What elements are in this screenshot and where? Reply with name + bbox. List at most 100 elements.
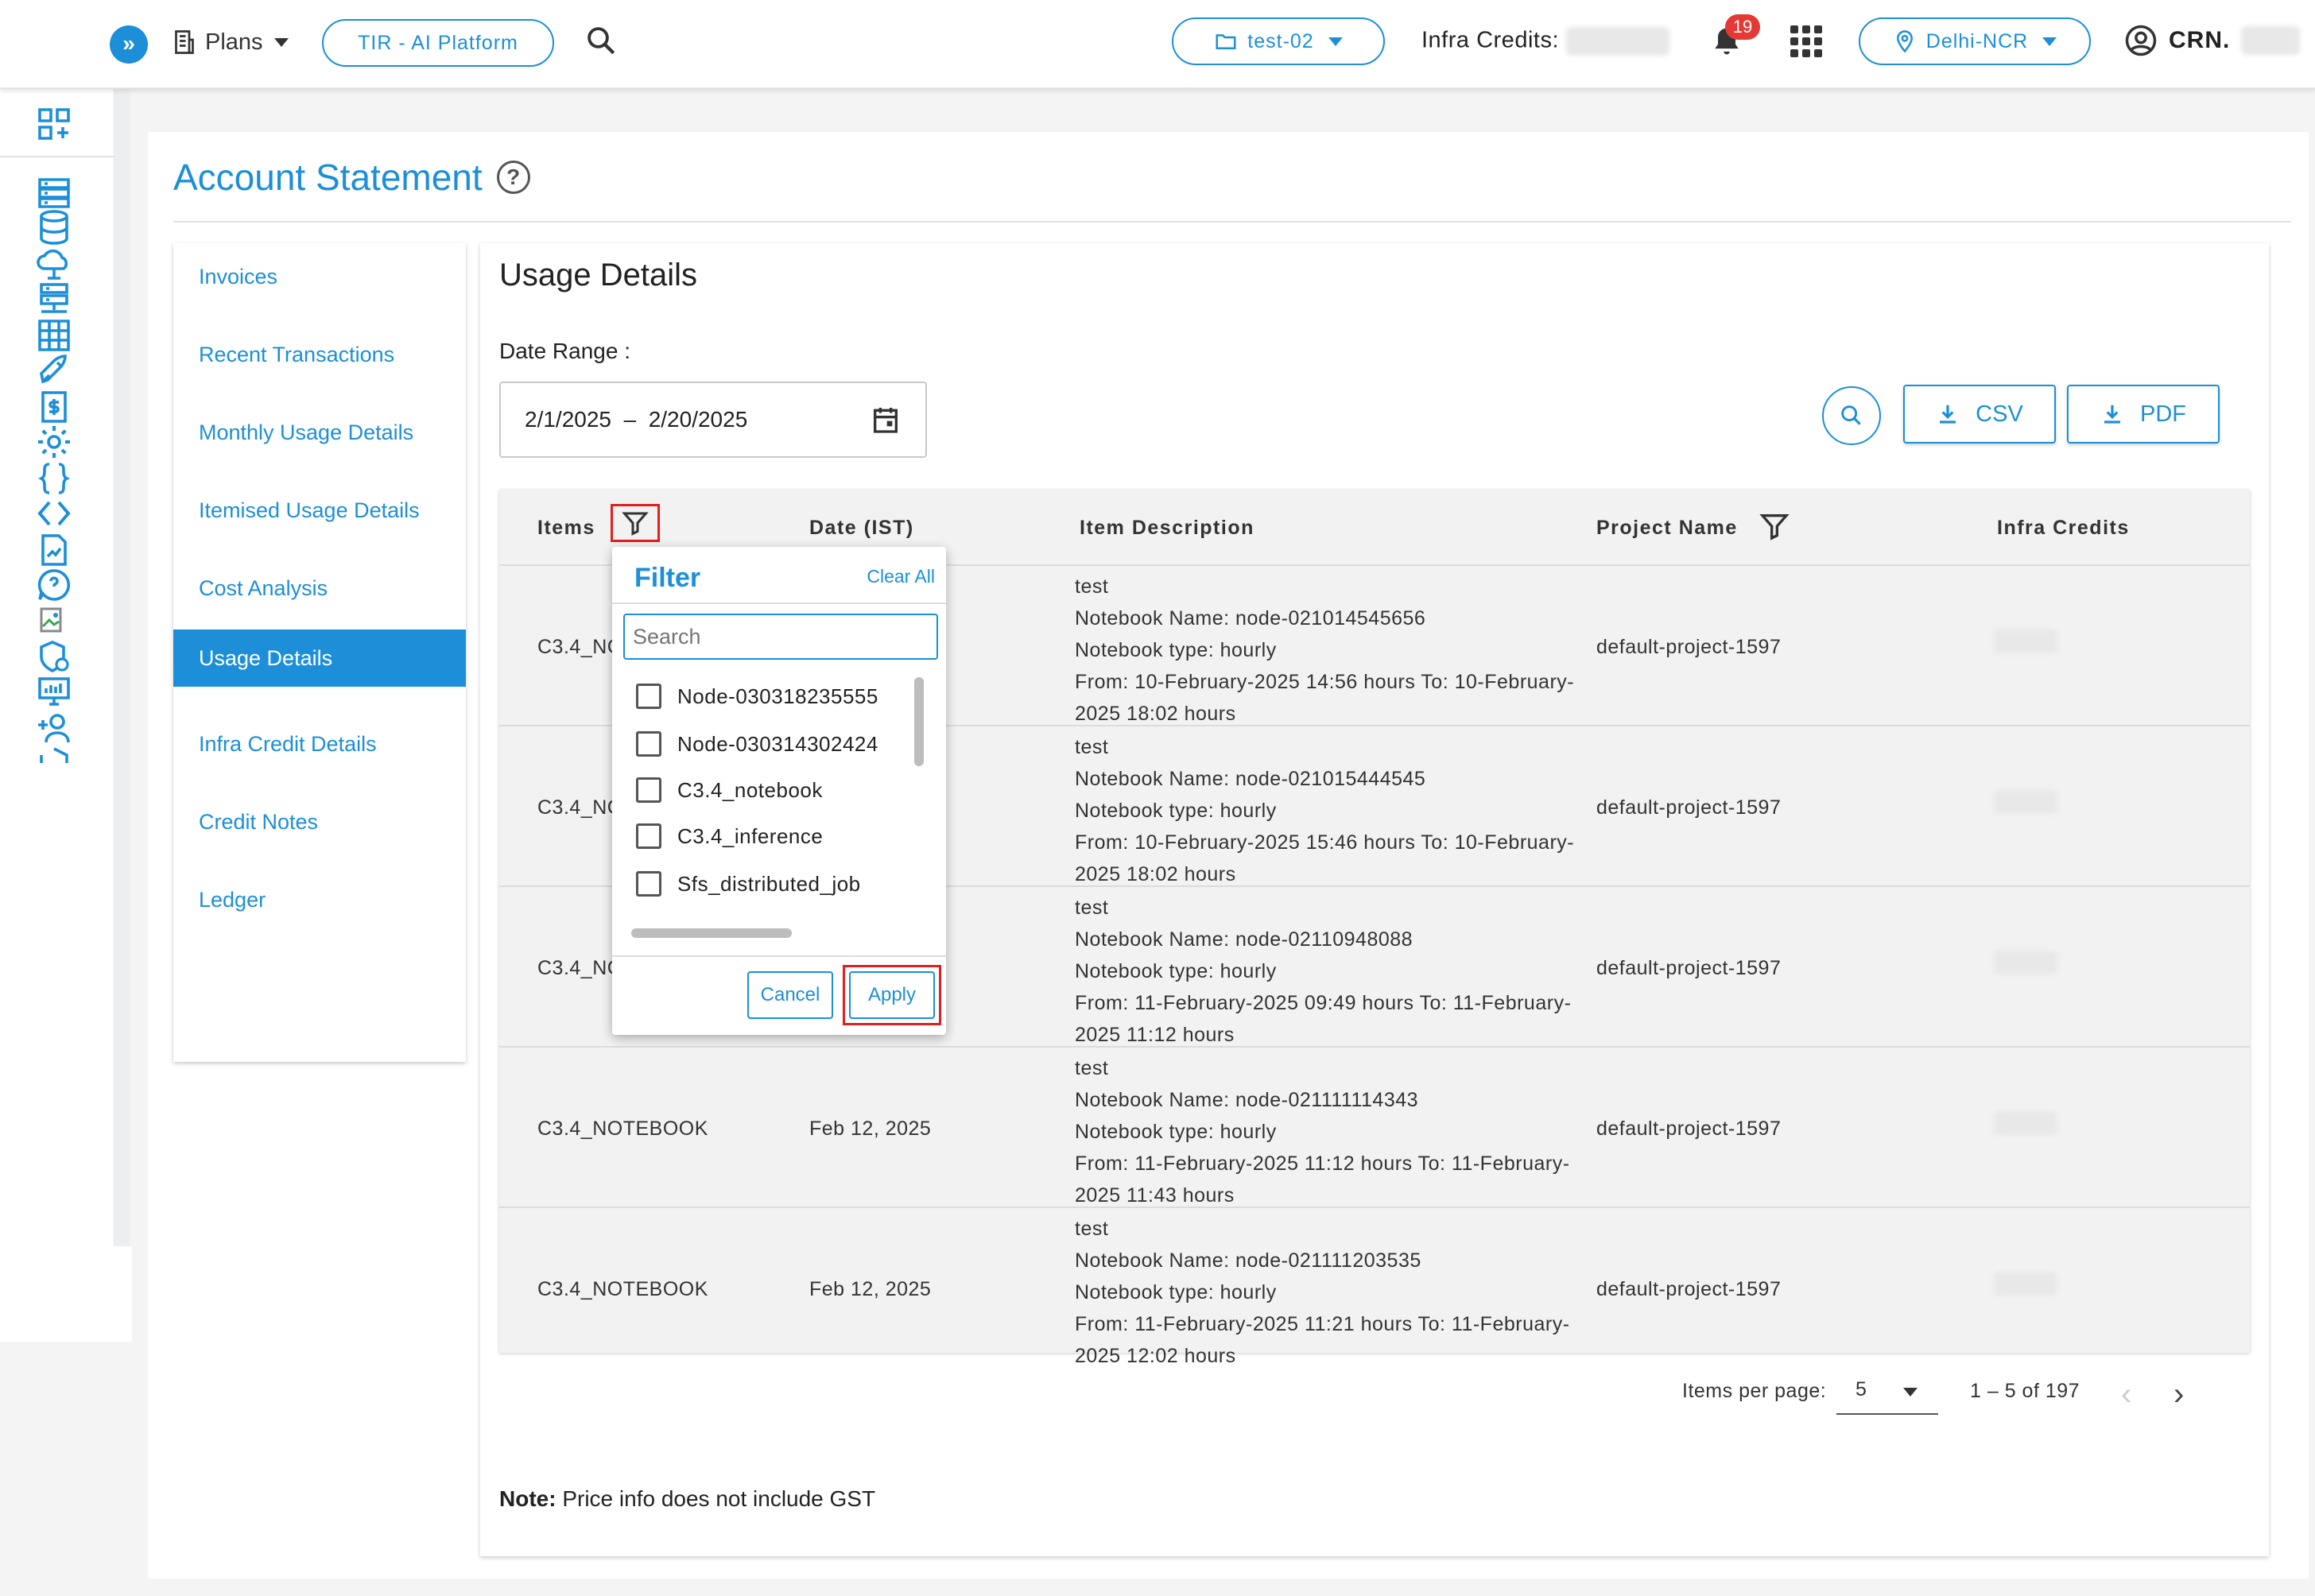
filter-option-label: Sfs_distributed_job xyxy=(677,871,861,896)
calendar-icon[interactable] xyxy=(870,404,902,436)
description-line: From: 11-February-2025 11:21 hours To: 1… xyxy=(1075,1313,1570,1335)
database-icon[interactable] xyxy=(35,208,73,246)
horizontal-scrollbar[interactable] xyxy=(631,928,792,938)
support-chat-icon[interactable] xyxy=(35,566,73,604)
platform-switch-button[interactable]: TIR - AI Platform xyxy=(322,19,554,67)
description-line: Notebook Name: node-021111203535 xyxy=(1075,1249,1421,1272)
items-filter-button[interactable] xyxy=(611,504,660,542)
csv-label: CSV xyxy=(1976,401,2023,427)
region-label: Delhi-NCR xyxy=(1925,29,2029,52)
shield-partial-icon[interactable] xyxy=(35,744,73,763)
sidenav-item-monthly-usage-details[interactable]: Monthly Usage Details xyxy=(173,404,466,461)
date-range-field[interactable]: 2/1/2025 – 2/20/2025 xyxy=(499,382,927,458)
download-csv-button[interactable]: CSV xyxy=(1903,385,2056,444)
sidenav-item-itemised-usage-details[interactable]: Itemised Usage Details xyxy=(173,482,466,539)
add-user-icon[interactable] xyxy=(35,709,73,747)
item-cell: C3.4_NC xyxy=(537,796,622,819)
filter-apply-button[interactable]: Apply xyxy=(849,971,935,1019)
description-line: 2025 18:02 hours xyxy=(1075,703,1236,725)
security-shield-icon[interactable] xyxy=(35,637,73,676)
gear-icon[interactable] xyxy=(35,423,73,461)
page-size-select[interactable]: 5 xyxy=(1836,1366,1938,1415)
cloud-upload-icon[interactable] xyxy=(35,245,73,283)
billing-icon[interactable] xyxy=(35,388,73,426)
description-line: Notebook type: hourly xyxy=(1075,639,1277,661)
checkbox[interactable] xyxy=(636,731,661,757)
filter-option[interactable]: Node-030314302424 xyxy=(636,728,878,760)
search-icon xyxy=(1841,405,1861,425)
filter-option[interactable]: Sfs_distributed_job xyxy=(636,868,861,900)
sidenav-item-usage-details[interactable]: Usage Details xyxy=(173,629,466,687)
description-line: From: 10-February-2025 15:46 hours To: 1… xyxy=(1075,831,1575,854)
description-line: test xyxy=(1075,736,1109,758)
chevron-down-icon xyxy=(1903,1388,1918,1396)
monitor-chart-icon[interactable] xyxy=(35,672,73,711)
region-selector[interactable]: Delhi-NCR xyxy=(1859,17,2091,65)
document-chart-icon[interactable] xyxy=(35,531,73,569)
dashboard-add-icon[interactable] xyxy=(35,105,73,143)
broken-image-icon[interactable] xyxy=(35,602,73,641)
filter-option[interactable]: Node-030318235555 xyxy=(636,680,878,712)
search-button[interactable] xyxy=(1822,386,1881,445)
clear-all-link[interactable]: Clear All xyxy=(867,566,935,587)
credits-redacted xyxy=(1994,629,2057,654)
vertical-scrollbar[interactable] xyxy=(914,677,924,766)
filter-option[interactable]: C3.4_notebook xyxy=(636,774,823,806)
checkbox[interactable] xyxy=(636,871,661,897)
sidenav-item-recent-transactions[interactable]: Recent Transactions xyxy=(173,326,466,383)
code-icon[interactable] xyxy=(35,494,73,533)
folder-icon xyxy=(1216,34,1236,49)
account-menu[interactable]: CRN. xyxy=(2124,24,2301,57)
statement-sidenav: Invoices Recent Transactions Monthly Usa… xyxy=(173,243,466,1062)
download-icon xyxy=(1940,405,1956,424)
page-size-value: 5 xyxy=(1855,1378,1867,1400)
description-cell: test Notebook Name: node-021014545656 No… xyxy=(1075,571,1584,730)
infra-credits-label: Infra Credits: xyxy=(1421,27,1559,53)
description-line: Notebook Name: node-021015444545 xyxy=(1075,768,1426,790)
project-filter-icon[interactable] xyxy=(1759,510,1790,542)
filter-search-input[interactable] xyxy=(623,614,938,660)
help-icon[interactable]: ? xyxy=(496,161,530,194)
section-title: Usage Details xyxy=(499,258,698,292)
network-server-icon[interactable] xyxy=(35,280,73,318)
credits-cell xyxy=(1994,629,2057,654)
item-cell: C3.4_NC xyxy=(537,636,622,658)
top-bar: » Plans TIR - AI Platform test-02 Infra … xyxy=(0,0,2315,89)
checkbox[interactable] xyxy=(636,684,661,709)
sidenav-item-credit-notes[interactable]: Credit Notes xyxy=(173,793,466,850)
table-grid-icon[interactable] xyxy=(35,316,73,354)
description-line: 2025 18:02 hours xyxy=(1075,863,1236,885)
braces-icon[interactable] xyxy=(35,459,73,498)
filter-cancel-button[interactable]: Cancel xyxy=(747,971,833,1019)
page-range-label: 1 – 5 of 197 xyxy=(1970,1380,2080,1402)
expand-sidebar-button[interactable]: » xyxy=(110,25,148,64)
description-line: 2025 12:02 hours xyxy=(1075,1345,1236,1367)
project-label: test-02 xyxy=(1247,29,1314,52)
sidenav-item-ledger[interactable]: Ledger xyxy=(173,871,466,928)
plans-menu[interactable]: Plans xyxy=(170,22,289,62)
apps-grid-icon[interactable] xyxy=(1790,25,1822,57)
sidenav-item-invoices[interactable]: Invoices xyxy=(173,248,466,305)
filter-option[interactable]: C3.4_inference xyxy=(636,820,823,852)
rocket-icon[interactable] xyxy=(35,351,73,389)
description-line: test xyxy=(1075,575,1109,598)
pdf-label: PDF xyxy=(2140,401,2186,427)
crn-value-redacted xyxy=(2241,26,2301,55)
filter-title: Filter xyxy=(634,563,701,593)
credits-redacted xyxy=(1994,790,2057,815)
project-cell: default-project-1597 xyxy=(1596,1118,1782,1140)
project-selector[interactable]: test-02 xyxy=(1172,17,1385,65)
filter-option-label: C3.4_inference xyxy=(677,823,824,848)
description-line: From: 10-February-2025 14:56 hours To: 1… xyxy=(1075,671,1575,693)
previous-page-button[interactable]: ‹ xyxy=(2121,1377,2131,1412)
location-pin-icon xyxy=(1896,30,1913,53)
sidenav-item-cost-analysis[interactable]: Cost Analysis xyxy=(173,560,466,617)
download-pdf-button[interactable]: PDF xyxy=(2067,385,2220,444)
next-page-button[interactable]: › xyxy=(2173,1377,2184,1412)
server-icon[interactable] xyxy=(35,173,73,211)
search-icon[interactable] xyxy=(584,24,618,57)
description-line: test xyxy=(1075,1218,1109,1240)
checkbox[interactable] xyxy=(636,823,661,849)
checkbox[interactable] xyxy=(636,777,661,803)
sidenav-item-infra-credit-details[interactable]: Infra Credit Details xyxy=(173,715,466,773)
